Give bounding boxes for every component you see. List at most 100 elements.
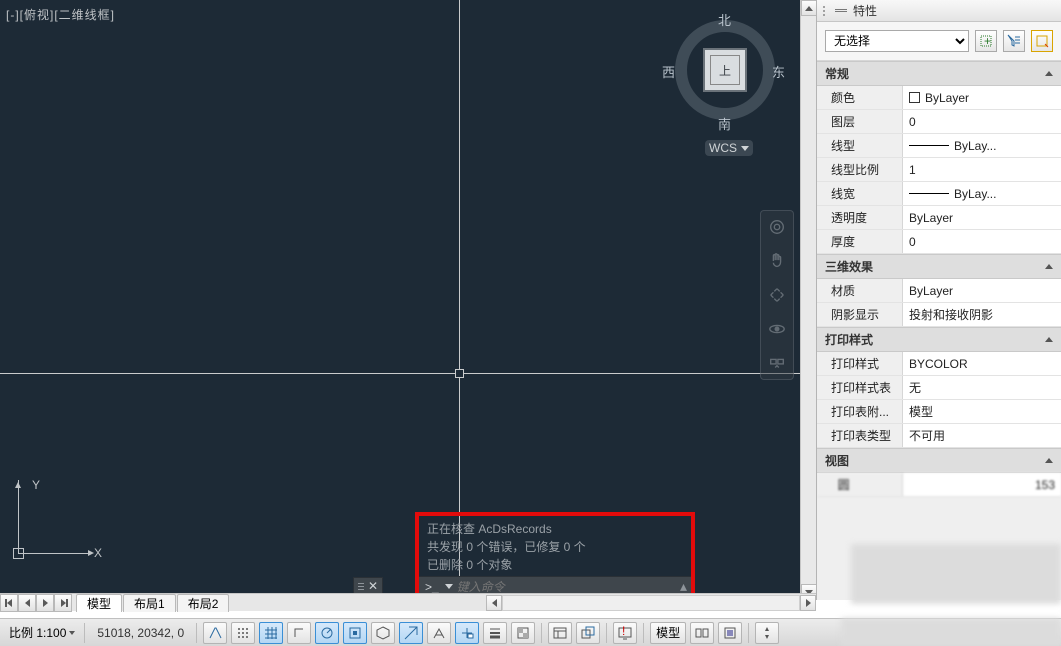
grip-icon[interactable]	[823, 6, 829, 16]
prop-value[interactable]: 模型	[903, 400, 1061, 423]
toggle-pickadd-button[interactable]: +	[975, 30, 997, 52]
annoscale-button[interactable]	[755, 622, 779, 644]
tpy-toggle[interactable]	[511, 622, 535, 644]
prop-value[interactable]: ByLay...	[903, 134, 1061, 157]
grid-toggle[interactable]	[259, 622, 283, 644]
prop-row-layer[interactable]: 图层0	[817, 110, 1061, 134]
model-paper-toggle[interactable]: 模型	[650, 622, 686, 644]
drawing-area[interactable]: [-][俯视][二维线框] 上 北 南 东 西 WCS	[0, 0, 800, 600]
osnap-toggle[interactable]	[343, 622, 367, 644]
prop-value[interactable]: ByLay...	[903, 182, 1061, 205]
qp-toggle[interactable]	[548, 622, 572, 644]
ortho-icon	[292, 626, 306, 640]
prop-row-thickness[interactable]: 厚度0	[817, 230, 1061, 254]
prop-value[interactable]: 1	[903, 158, 1061, 181]
snap-toggle[interactable]	[231, 622, 255, 644]
zoom-extents-icon[interactable]	[767, 285, 787, 305]
prop-row-color[interactable]: 颜色ByLayer	[817, 86, 1061, 110]
prop-value-text: 153	[1035, 478, 1055, 492]
snap-grid-icon	[236, 626, 250, 640]
prop-value[interactable]: 无	[903, 376, 1061, 399]
viewcube-east[interactable]: 东	[772, 62, 785, 81]
tab-layout2[interactable]: 布局2	[177, 594, 230, 612]
prop-row-shadow[interactable]: 阴影显示投射和接收阴影	[817, 303, 1061, 327]
tab-first-button[interactable]	[0, 594, 18, 612]
layout-quickview-button[interactable]	[690, 622, 714, 644]
selection-dropdown[interactable]: 无选择	[825, 30, 969, 52]
otrack-toggle[interactable]	[399, 622, 423, 644]
chevron-down-icon[interactable]	[445, 584, 453, 589]
infer-constraints-toggle[interactable]	[203, 622, 227, 644]
ducs-toggle[interactable]	[427, 622, 451, 644]
lwt-toggle[interactable]	[483, 622, 507, 644]
prop-value[interactable]: 153	[903, 473, 1061, 496]
annoscale-icon	[760, 626, 774, 640]
prop-row-plotstyle[interactable]: 打印样式BYCOLOR	[817, 352, 1061, 376]
prop-row-plottable[interactable]: 打印样式表无	[817, 376, 1061, 400]
prop-value[interactable]: BYCOLOR	[903, 352, 1061, 375]
viewport-controls[interactable]: [-][俯视][二维线框]	[6, 6, 115, 23]
3dosnap-toggle[interactable]	[371, 622, 395, 644]
close-icon[interactable]: ✕	[368, 579, 378, 593]
showmotion-icon[interactable]	[767, 353, 787, 373]
wcs-dropdown[interactable]: WCS	[705, 140, 753, 156]
palette-titlebar[interactable]: 特性	[817, 0, 1061, 22]
group-header-plot[interactable]: 打印样式	[817, 327, 1061, 352]
command-history-line: 已删除 0 个对象	[427, 556, 683, 574]
tab-model[interactable]: 模型	[76, 594, 122, 612]
viewcube[interactable]: 上 北 南 东 西 WCS	[660, 10, 790, 150]
prop-row-transparency[interactable]: 透明度ByLayer	[817, 206, 1061, 230]
prop-value[interactable]: ByLayer	[903, 206, 1061, 229]
drawing-quickview-button[interactable]	[718, 622, 742, 644]
prop-value[interactable]: 不可用	[903, 424, 1061, 447]
group-header-3d[interactable]: 三维效果	[817, 254, 1061, 279]
collapse-bar-icon[interactable]	[835, 9, 847, 12]
vertical-scrollbar[interactable]	[800, 0, 816, 600]
tab-next-button[interactable]	[36, 594, 54, 612]
tab-prev-button[interactable]	[18, 594, 36, 612]
chevron-down-icon	[741, 146, 749, 151]
osnap3d-icon	[376, 626, 390, 640]
ucs-origin-box	[13, 548, 24, 559]
prop-value[interactable]: 0	[903, 110, 1061, 133]
prop-value[interactable]: ByLayer	[903, 279, 1061, 302]
scale-label: 比例 1:100	[9, 624, 66, 641]
scroll-left-button[interactable]	[486, 595, 502, 611]
full-nav-wheel-icon[interactable]	[767, 217, 787, 237]
prop-row-plottype[interactable]: 打印表类型不可用	[817, 424, 1061, 448]
coordinates-readout[interactable]: 51018, 20342, 0	[91, 626, 190, 640]
tab-layout1[interactable]: 布局1	[123, 594, 176, 612]
scroll-right-button[interactable]	[800, 595, 816, 611]
horizontal-scrollbar[interactable]	[486, 594, 816, 611]
ortho-toggle[interactable]	[287, 622, 311, 644]
prop-row-view-partial[interactable]: 圆153	[817, 473, 1061, 497]
pan-icon[interactable]	[767, 251, 787, 271]
am-toggle[interactable]: !	[613, 622, 637, 644]
group-header-view[interactable]: 视图	[817, 448, 1061, 473]
prop-row-ltscale[interactable]: 线型比例1	[817, 158, 1061, 182]
lineweight-icon	[488, 626, 502, 640]
viewcube-north[interactable]: 北	[718, 10, 731, 29]
ucs-icon[interactable]: X Y	[18, 482, 98, 562]
viewcube-west[interactable]: 西	[662, 62, 675, 81]
prop-value[interactable]: 0	[903, 230, 1061, 253]
prop-row-lineweight[interactable]: 线宽ByLay...	[817, 182, 1061, 206]
group-header-general[interactable]: 常规	[817, 61, 1061, 86]
scroll-up-button[interactable]	[801, 0, 817, 16]
prop-value-text: ByLay...	[954, 139, 996, 153]
scroll-track[interactable]	[502, 595, 800, 611]
prop-row-linetype[interactable]: 线型ByLay...	[817, 134, 1061, 158]
prop-row-material[interactable]: 材质ByLayer	[817, 279, 1061, 303]
annotation-scale[interactable]: 比例 1:100	[6, 622, 78, 644]
polar-toggle[interactable]	[315, 622, 339, 644]
select-objects-button[interactable]	[1031, 30, 1053, 52]
viewcube-south[interactable]: 南	[718, 114, 731, 133]
sc-toggle[interactable]	[576, 622, 600, 644]
dyn-toggle[interactable]	[455, 622, 479, 644]
orbit-icon[interactable]	[767, 319, 787, 339]
prop-value[interactable]: 投射和接收阴影	[903, 303, 1061, 326]
quick-select-button[interactable]	[1003, 30, 1025, 52]
prop-row-plotattach[interactable]: 打印表附...模型	[817, 400, 1061, 424]
tab-last-button[interactable]	[54, 594, 72, 612]
prop-value[interactable]: ByLayer	[903, 86, 1061, 109]
